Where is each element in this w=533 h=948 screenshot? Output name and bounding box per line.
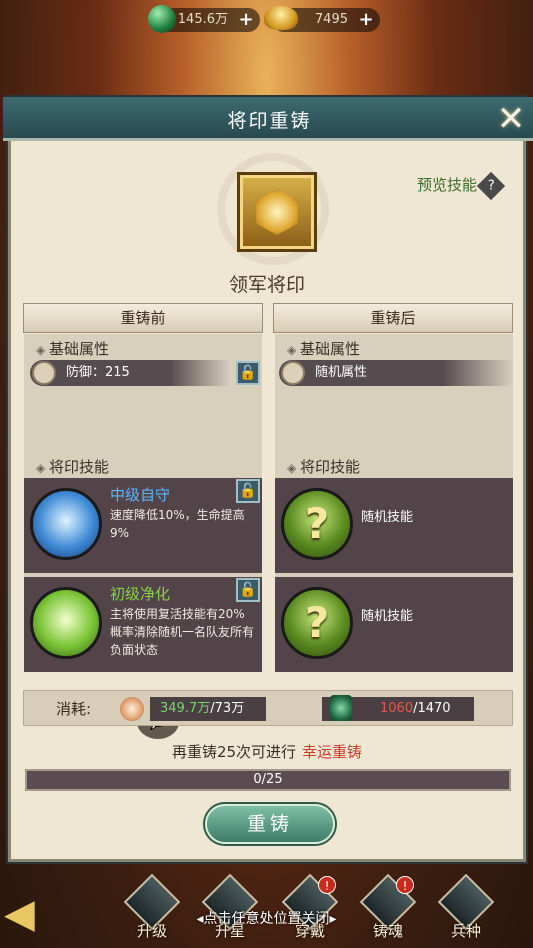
progress-text: 0/25 [253, 772, 283, 787]
before-skill-1: 中级自守 速度降低10%，生命提高9% [24, 478, 262, 573]
before-base-attr-title: 基础属性 [36, 338, 109, 359]
coin-need: /73万 [210, 701, 245, 716]
defense-skill-icon [30, 488, 102, 560]
lucky-recast-label: 幸运重铸 [302, 743, 363, 761]
cost-bar: 消耗: 349.7万/73万 1060/1470 [23, 690, 513, 726]
skill-name: 初级净化 [110, 585, 171, 603]
jade-material-icon [330, 695, 352, 721]
recast-dialog: 将印重铸 ✕ 预览技能? 领军将印 重铸前 重铸后 基础属性 防御：215 🔓 … [3, 97, 533, 862]
close-hint-text: 点击任意处位置关闭 [203, 911, 330, 927]
skill-description: 主将使用复活技能有20%概率清除随机一名队友所有负面状态 [110, 607, 255, 657]
recast-remaining-text: 再重铸25次可进行 [171, 743, 297, 761]
empty-attr-icon [281, 361, 305, 385]
unknown-skill-icon: ? [281, 587, 353, 659]
jade-resource: 145.6万 + [148, 5, 260, 33]
gold-amount: 7495 [314, 12, 348, 27]
purify-skill-icon [30, 587, 102, 659]
dialog-title: 将印重铸 [227, 110, 312, 132]
question-icon: ? [476, 171, 506, 200]
after-column: 基础属性 随机属性 将印技能 ? 随机技能 ? 随机技能 [275, 334, 513, 672]
jade-amount: 145.6万 [177, 12, 228, 27]
jade-need: /1470 [413, 701, 451, 716]
bottom-nav: ◀ 升级 升星 ! 穿戴 ! 铸魂 兵种 ◂点击任意处位置关闭▸ [0, 872, 533, 948]
add-jade-button[interactable]: + [238, 11, 254, 29]
alert-badge-icon: ! [396, 876, 414, 894]
random-skill-label: 随机技能 [361, 609, 414, 624]
lock-skill-1-icon[interactable]: 🔓 [236, 479, 260, 503]
recast-info: 再重铸25次可进行 幸运重铸 [11, 741, 523, 762]
skill-name: 中级自守 [110, 486, 171, 504]
before-skill-2: 初级净化 主将使用复活技能有20%概率清除随机一名队友所有负面状态 [24, 577, 262, 672]
after-attr-text: 随机属性 [315, 365, 368, 380]
copper-coin-icon [120, 697, 144, 721]
add-gold-button[interactable]: + [358, 11, 374, 29]
jade-have: 1060 [380, 701, 414, 716]
recast-button[interactable]: 重铸 [205, 804, 335, 844]
after-attr-row: 随机属性 [279, 360, 513, 386]
preview-skills-label: 预览技能 [416, 176, 477, 194]
before-skill-title: 将印技能 [36, 456, 109, 477]
unknown-skill-icon: ? [281, 488, 353, 560]
dialog-titlebar: 将印重铸 ✕ [3, 97, 533, 141]
random-skill-label: 随机技能 [361, 510, 414, 525]
before-header: 重铸前 [23, 303, 263, 333]
coin-cost: 349.7万/73万 [120, 697, 266, 721]
lock-skill-2-icon[interactable]: 🔓 [236, 578, 260, 602]
seal-item-icon [237, 172, 317, 252]
close-hint: ◂点击任意处位置关闭▸ [196, 911, 337, 927]
before-attr-row: 防御：215 [30, 360, 230, 386]
after-skill-title: 将印技能 [287, 456, 360, 477]
after-header: 重铸后 [273, 303, 513, 333]
seal-name: 领军将印 [228, 274, 305, 296]
before-column: 基础属性 防御：215 🔓 将印技能 中级自守 速度降低10%，生命提高9% 🔓… [24, 334, 262, 672]
jade-cost: 1060/1470 [322, 695, 474, 721]
jade-icon [148, 5, 176, 33]
after-skill-1: ? 随机技能 [275, 478, 513, 573]
cost-label: 消耗: [56, 700, 92, 718]
alert-badge-icon: ! [318, 876, 336, 894]
skill-description: 速度降低10%，生命提高9% [110, 508, 245, 540]
after-skill-2: ? 随机技能 [275, 577, 513, 672]
gold-resource: 7495 + [264, 6, 380, 32]
leaf-attr-icon [32, 361, 56, 385]
before-attr-text: 防御：215 [66, 365, 130, 380]
recast-progress-bar: 0/25 [25, 769, 511, 791]
lock-attr-icon[interactable]: 🔓 [236, 361, 260, 385]
gold-ingot-icon [264, 6, 298, 30]
preview-skills-button[interactable]: 预览技能? [416, 171, 506, 200]
close-icon[interactable]: ✕ [494, 102, 528, 136]
top-resource-bar: 145.6万 + 7495 + [0, 0, 533, 40]
coin-have: 349.7万 [160, 701, 211, 716]
after-base-attr-title: 基础属性 [287, 338, 360, 359]
